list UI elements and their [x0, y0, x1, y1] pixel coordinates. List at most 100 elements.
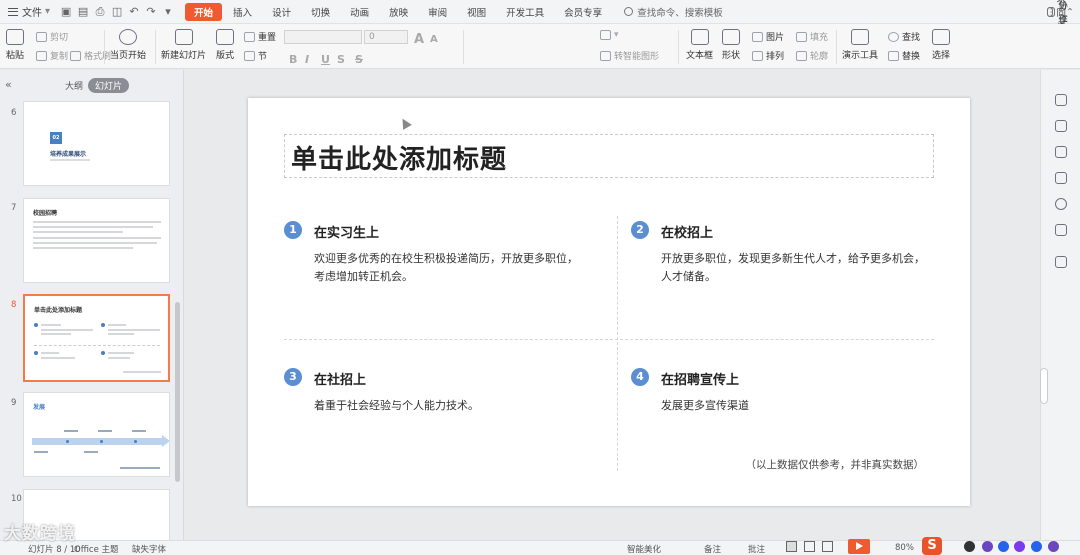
keyboard-icon[interactable]	[998, 541, 1009, 552]
tools-icon[interactable]	[1048, 541, 1059, 552]
collaboration-icon[interactable]	[1055, 224, 1067, 236]
reset-button[interactable]: 重置	[244, 30, 276, 43]
search-icon	[624, 7, 634, 16]
transition-icon[interactable]	[1055, 172, 1067, 184]
text-line	[33, 242, 157, 244]
new-slide-button[interactable]: 新建幻灯片	[161, 29, 206, 61]
shape-button[interactable]: 形状	[722, 29, 740, 61]
align-text-button[interactable]: ▾	[600, 30, 619, 40]
missing-font[interactable]: 缺失字体	[132, 543, 166, 555]
thumbnail-title: 培养成果展示	[50, 151, 87, 158]
strikethrough-button[interactable]: S	[355, 53, 363, 66]
emoji-icon[interactable]	[982, 541, 993, 552]
text-line	[108, 324, 126, 326]
paste-button[interactable]: 粘贴	[6, 29, 24, 61]
decrease-font-icon[interactable]: A	[430, 34, 438, 45]
comments-button[interactable]: 批注	[748, 543, 765, 555]
font-name-field[interactable]	[284, 30, 362, 44]
replace-button[interactable]: 替换	[888, 49, 920, 62]
arrange-button[interactable]: 排列	[752, 49, 784, 62]
customize-icon[interactable]: ▾	[162, 5, 174, 18]
canvas-scrollbar[interactable]	[1040, 368, 1048, 404]
title-placeholder[interactable]: 单击此处添加标题	[284, 134, 934, 178]
normal-view-icon[interactable]	[786, 541, 797, 552]
presenter-tools-label: 演示工具	[842, 51, 879, 61]
collapse-panel-icon[interactable]: «	[5, 78, 12, 91]
reading-view-icon[interactable]	[822, 541, 833, 552]
convert-smartart-button[interactable]: 转智能图形	[600, 49, 659, 62]
text-line	[33, 231, 123, 233]
tab-home[interactable]: 开始	[185, 2, 223, 21]
tab-member[interactable]: 会员专享	[555, 3, 611, 21]
textbox-button[interactable]: 文本框	[686, 29, 713, 61]
underline-button[interactable]: U	[321, 53, 330, 66]
tab-design[interactable]: 设计	[263, 3, 300, 21]
ime-logo-icon[interactable]: S	[922, 537, 942, 555]
shadow-button[interactable]: S	[337, 53, 345, 66]
adjust-icon[interactable]	[1055, 120, 1067, 132]
tab-slideshow[interactable]: 放映	[380, 3, 417, 21]
play-from-current-button[interactable]: 当页开始	[110, 29, 146, 61]
tab-slides[interactable]: 幻灯片	[88, 78, 130, 93]
replace-icon	[888, 50, 899, 61]
image-button[interactable]: 图片	[752, 30, 784, 43]
save-icon[interactable]: ▣	[60, 5, 72, 18]
tab-animation[interactable]: 动画	[341, 3, 378, 21]
find-button[interactable]: 查找	[888, 30, 920, 43]
section-button[interactable]: 节	[244, 49, 267, 62]
tab-transitions[interactable]: 切换	[302, 3, 339, 21]
cut-button[interactable]: 剪切	[36, 30, 68, 43]
animation-icon[interactable]	[1055, 146, 1067, 158]
slide-number: 8	[11, 300, 17, 310]
undo-icon[interactable]: ↶	[128, 5, 140, 18]
italic-button[interactable]: I	[305, 53, 309, 66]
bold-button[interactable]: B	[289, 53, 297, 66]
zoom-level[interactable]: 80%	[895, 543, 914, 553]
slide-thumbnail[interactable]: 02 培养成果展示	[23, 101, 170, 186]
fill-button[interactable]: 填充	[796, 30, 828, 43]
text-line	[108, 333, 134, 335]
select-button[interactable]: 选择	[932, 29, 950, 61]
layout-button[interactable]: 版式	[216, 29, 234, 61]
font-size-field[interactable]: 0	[364, 30, 408, 44]
text-line	[33, 237, 161, 239]
slide-thumbnail[interactable]: 校园招聘	[23, 198, 170, 283]
outline-button[interactable]: 轮廓	[796, 49, 828, 62]
slide-thumbnail-active[interactable]: 单击此处添加标题	[23, 294, 170, 382]
right-sidebar	[1040, 70, 1080, 540]
slide: 单击此处添加标题 1 在实习生上 欢迎更多优秀的在校生积极投递简历，开放更多职位…	[248, 98, 970, 506]
share-button[interactable]: 分享	[1046, 0, 1074, 26]
tab-insert[interactable]: 插入	[224, 3, 261, 21]
fill-label: 填充	[810, 33, 829, 43]
shirt-icon[interactable]	[1031, 541, 1042, 552]
text-line	[108, 357, 130, 359]
properties-icon[interactable]	[1055, 94, 1067, 106]
cut-label: 剪切	[50, 33, 69, 43]
redo-icon[interactable]: ↷	[145, 5, 157, 18]
slide-thumbnail[interactable]: 发展	[23, 392, 170, 477]
print-icon[interactable]: ⎙	[94, 5, 106, 19]
command-search[interactable]: 查找命令、搜索模板	[624, 5, 723, 19]
dot-icon[interactable]	[964, 541, 975, 552]
tab-view[interactable]: 视图	[458, 3, 495, 21]
file-menu[interactable]: 文件 ▾	[0, 4, 56, 19]
tab-developer[interactable]: 开发工具	[497, 3, 553, 21]
slideshow-play-button[interactable]	[848, 539, 870, 554]
disclaimer-note: （以上数据仅供参考，并非真实数据）	[745, 459, 925, 471]
increase-font-icon[interactable]: A	[414, 32, 424, 47]
text-line	[84, 451, 98, 453]
preview-icon[interactable]: ◫	[111, 5, 123, 18]
voice-icon[interactable]	[1014, 541, 1025, 552]
tab-outline[interactable]: 大纲	[58, 78, 90, 93]
fill-icon	[796, 31, 807, 42]
copy-button[interactable]: 复制	[36, 49, 68, 62]
presenter-tools-button[interactable]: 演示工具	[842, 29, 878, 61]
slide-panel-scrollbar[interactable]	[175, 302, 180, 482]
help-icon[interactable]	[1055, 198, 1067, 210]
tab-review[interactable]: 审阅	[419, 3, 456, 21]
notes-button[interactable]: 备注	[704, 543, 721, 555]
export-pdf-icon[interactable]: ▤	[77, 5, 89, 18]
smart-beautify-button[interactable]: 智能美化	[627, 543, 661, 555]
sorter-view-icon[interactable]	[804, 541, 815, 552]
cube-icon[interactable]	[1055, 256, 1067, 268]
